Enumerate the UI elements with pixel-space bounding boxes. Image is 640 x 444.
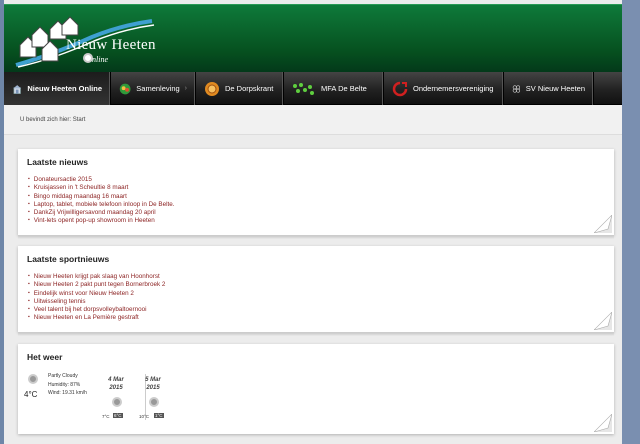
forecast-date: 4 Mar — [108, 377, 124, 383]
sports-item[interactable]: Eindelijk winst voor Nieuw Heeten 2 — [28, 290, 614, 298]
news-title: Laatste nieuws — [27, 157, 88, 167]
site-header: Nieuw Heeten nline — [4, 4, 622, 72]
weather-wind: Wind: 19.31 km/h — [48, 390, 87, 396]
sports-item[interactable]: Nieuw Heeten 2 pakt punt tegen Bornerbro… — [28, 281, 614, 289]
sports-panel: Laatste sportnieuws Nieuw Heeten krijgt … — [18, 246, 614, 336]
nav-label-ondernemers: Ondernemersvereniging — [413, 84, 494, 93]
forecast-day-1: 4 Mar 2015 — [101, 376, 131, 392]
page-curl-icon — [594, 312, 612, 330]
weather-condition: Partly Cloudy — [48, 373, 78, 379]
forecast-year: 2015 — [146, 385, 160, 391]
nav-item-mfa-de-belte[interactable]: MFA De Belte — [284, 72, 384, 105]
panel-shadow — [18, 235, 614, 239]
nav-item-home[interactable]: Nieuw Heeten Online — [4, 72, 111, 105]
home-icon — [13, 84, 22, 94]
nav-item-ondernemersvereniging[interactable]: Ondernemersvereniging — [384, 72, 504, 105]
building-icon — [293, 82, 314, 95]
breadcrumb: U bevindt zich hier: Start — [20, 117, 86, 123]
forecast-high: 1°C — [154, 413, 164, 418]
partly-cloudy-icon — [149, 397, 159, 407]
community-icon — [119, 83, 131, 94]
nav-label-samenleving: Samenleving — [136, 84, 180, 93]
site-title: Nieuw Heeten — [66, 37, 156, 53]
panel-shadow — [18, 332, 614, 336]
forecast-high: 6°C — [113, 413, 123, 418]
nav-label-mfa: MFA De Belte — [321, 84, 367, 93]
forecast-date: 5 Mar — [145, 377, 161, 383]
sports-item[interactable]: Nieuw Heeten en La Pemière gestraft — [28, 314, 614, 322]
breadcrumb-bar: U bevindt zich hier: Start — [4, 105, 622, 135]
chevron-right-icon: › — [184, 85, 187, 92]
current-conditions: Partly Cloudy Humidity: 87% Wind: 19.31 … — [48, 372, 87, 398]
partly-cloudy-icon — [28, 374, 38, 384]
sports-item[interactable]: Veel talent bij het dorpsvolleybaltoerno… — [28, 306, 614, 314]
site-subtitle: nline — [92, 55, 108, 64]
sports-title: Laatste sportnieuws — [27, 254, 110, 264]
weather-humidity: Humidity: 87% — [48, 381, 81, 388]
current-temp: 4°C — [24, 390, 38, 399]
nav-item-dorpskrant[interactable]: De Dorpskrant — [196, 72, 284, 105]
business-icon — [392, 81, 408, 96]
main-nav: Nieuw Heeten Online Samenleving › De Dor… — [4, 72, 622, 105]
news-item[interactable]: Donateursactie 2015 — [28, 176, 614, 184]
weather-panel: Het weer 4°C Partly Cloudy Humidity: 87%… — [18, 344, 614, 434]
news-item[interactable]: Kruisjassen in 't Scheultie 8 maart — [28, 184, 614, 192]
sports-list: Nieuw Heeten krijgt pak slaag van Hoonho… — [28, 273, 614, 323]
page: Nieuw Heeten nline Nieuw Heeten Online S… — [4, 0, 622, 444]
forecast-day-2: 5 Mar 2015 — [138, 376, 168, 392]
football-icon — [512, 84, 521, 93]
forecast-low: 10°C — [139, 414, 150, 419]
news-panel: Laatste nieuws Donateursactie 2015 Kruis… — [18, 149, 614, 239]
nav-label-home: Nieuw Heeten Online — [27, 84, 102, 93]
page-curl-icon — [594, 414, 612, 432]
nav-item-samenleving[interactable]: Samenleving › — [111, 72, 196, 105]
sports-item[interactable]: Nieuw Heeten krijgt pak slaag van Hoonho… — [28, 273, 614, 281]
weather-title: Het weer — [27, 352, 63, 362]
partly-cloudy-icon — [112, 397, 122, 407]
news-list: Donateursactie 2015 Kruisjassen in 't Sc… — [28, 176, 614, 226]
page-curl-icon — [594, 215, 612, 233]
news-item[interactable]: Vint-lets opent pop-up showroom in Heete… — [28, 217, 614, 225]
forecast-year: 2015 — [109, 385, 123, 391]
forecast-low: 7°C — [102, 414, 110, 419]
news-item[interactable]: Bingo middag maandag 16 maart — [28, 193, 614, 201]
nav-label-dorpskrant: De Dorpskrant — [225, 84, 274, 93]
newspaper-icon — [205, 81, 219, 96]
nav-item-sv-nieuw-heeten[interactable]: SV Nieuw Heeten — [504, 72, 594, 105]
news-item[interactable]: DankZij Vrijwilligersavond maandag 20 ap… — [28, 209, 614, 217]
news-item[interactable]: Laptop, tablet, mobiele telefoon inloop … — [28, 201, 614, 209]
page-background-right — [622, 0, 640, 444]
nav-label-sv: SV Nieuw Heeten — [525, 84, 585, 93]
sports-item[interactable]: Uitwisseling tennis — [28, 298, 614, 306]
